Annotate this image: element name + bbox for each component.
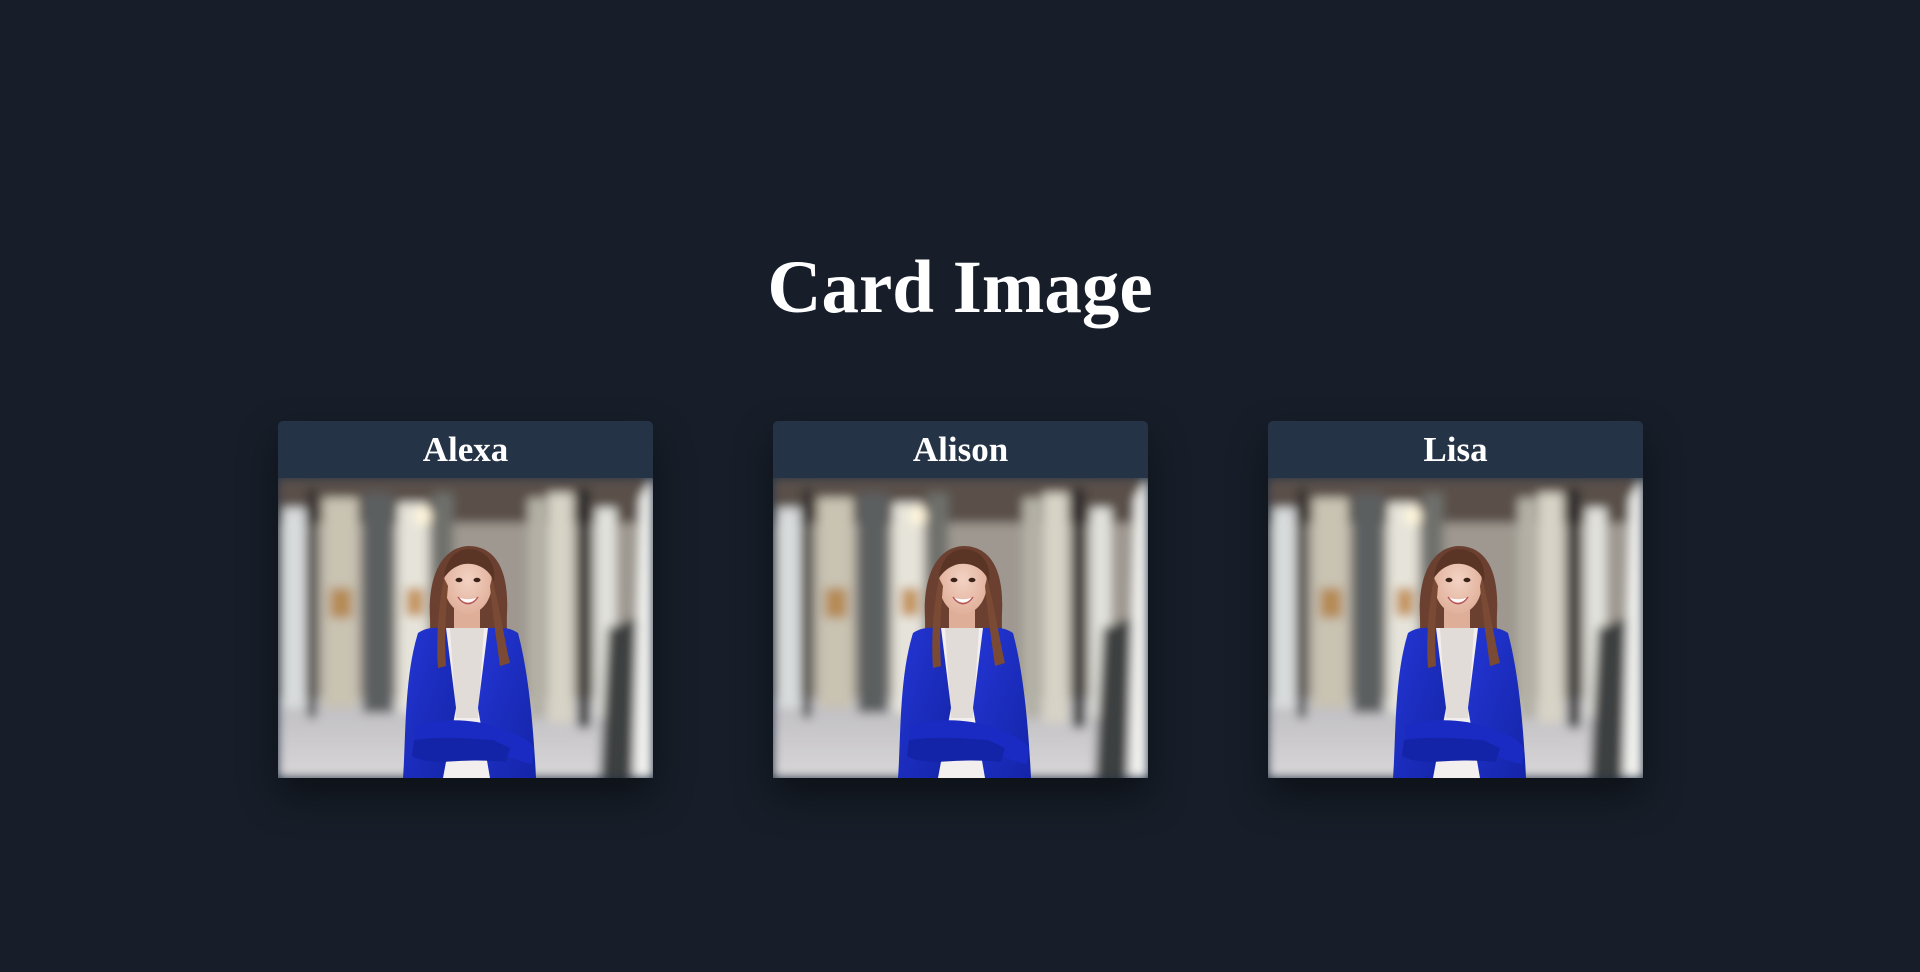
- card-lisa: Lisa: [1268, 421, 1643, 778]
- card-photo: [1268, 478, 1643, 778]
- card-title: Alison: [912, 430, 1009, 469]
- page-title: Card Image: [767, 246, 1153, 329]
- card-alexa: Alexa: [278, 421, 653, 778]
- card-photo: [278, 478, 653, 778]
- card-list: Alexa Alison Lisa: [278, 421, 1643, 778]
- card-photo: [773, 478, 1148, 778]
- card-title: Alexa: [422, 430, 509, 469]
- card-alison: Alison: [773, 421, 1148, 778]
- card-title: Lisa: [1423, 430, 1488, 469]
